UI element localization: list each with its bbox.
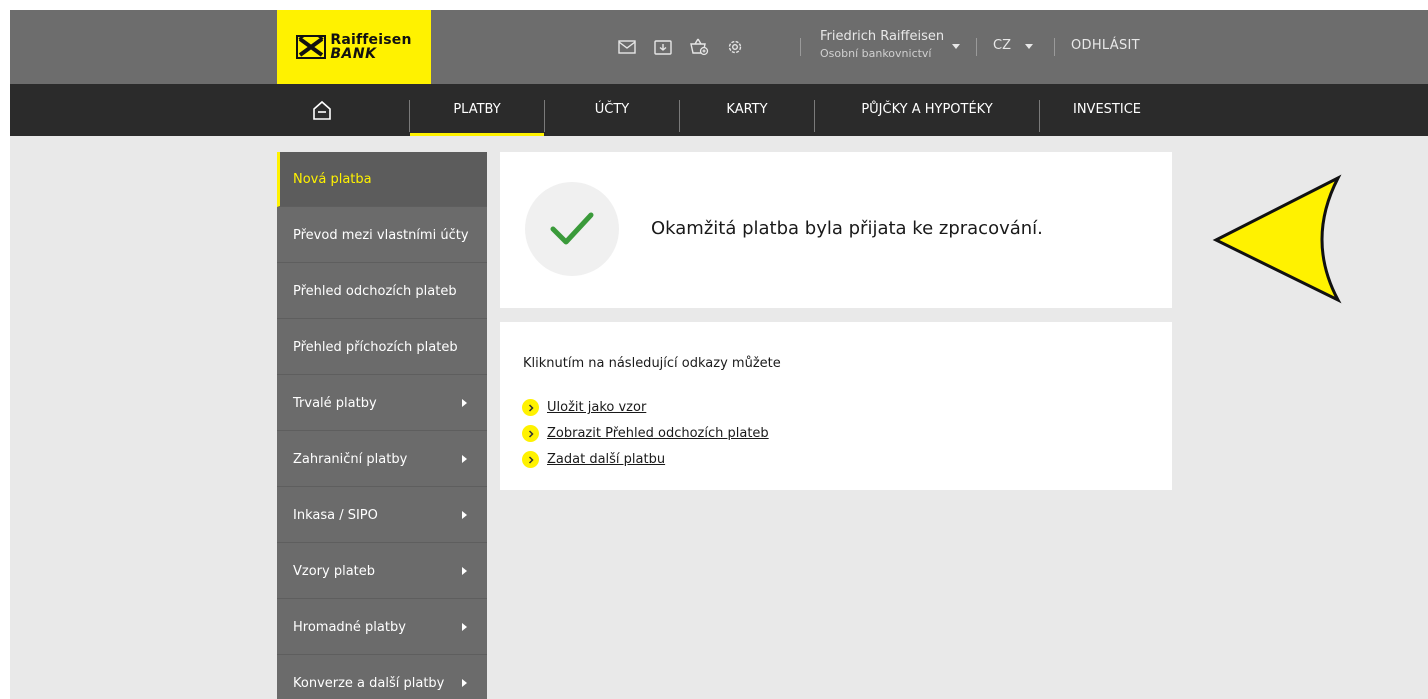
sidebar-item-prevod[interactable]: Převod mezi vlastními účty bbox=[277, 208, 487, 263]
sidebar-item-zahranicni[interactable]: Zahraniční platby bbox=[277, 432, 487, 487]
logout-button[interactable]: ODHLÁSIT bbox=[1071, 38, 1140, 53]
sidebar-item-nova-platba[interactable]: Nová platba bbox=[277, 152, 487, 207]
basket-icon[interactable] bbox=[688, 36, 710, 58]
chevron-right-icon bbox=[462, 399, 467, 407]
logo-line2: BANK bbox=[330, 46, 377, 62]
sidebar-item-prichozi[interactable]: Přehled příchozích plateb bbox=[277, 320, 487, 375]
logo-inner: Raiffeisen BANK bbox=[296, 32, 411, 62]
success-message: Okamžitá platba byla přijata ke zpracová… bbox=[651, 218, 1043, 239]
language-chevron-down-icon[interactable] bbox=[1025, 44, 1033, 49]
links-intro: Kliknutím na následující odkazy můžete bbox=[523, 356, 781, 371]
sidebar-item-label: Nová platba bbox=[293, 172, 372, 187]
sidebar-item-vzory[interactable]: Vzory plateb bbox=[277, 544, 487, 599]
main-navigation: PLATBY ÚČTY KARTY PŮJČKY A HYPOTÉKY INVE… bbox=[10, 84, 1428, 136]
sidebar-item-label: Přehled příchozích plateb bbox=[293, 340, 458, 355]
sidebar-item-label: Vzory plateb bbox=[293, 564, 376, 579]
header-icons bbox=[616, 36, 746, 58]
sidebar-item-label: Převod mezi vlastními účty bbox=[293, 228, 469, 243]
tab-platby[interactable]: PLATBY bbox=[410, 84, 544, 136]
sidebar-item-inkasa[interactable]: Inkasa / SIPO bbox=[277, 488, 487, 543]
next-actions-panel: Kliknutím na následující odkazy můžete U… bbox=[500, 322, 1172, 490]
gear-icon[interactable] bbox=[724, 36, 746, 58]
user-menu[interactable]: Friedrich Raiffeisen Osobní bankovnictví bbox=[820, 28, 944, 62]
link-label: Uložit jako vzor bbox=[547, 400, 647, 415]
tab-investice[interactable]: INVESTICE bbox=[1040, 84, 1174, 136]
user-name: Friedrich Raiffeisen bbox=[820, 29, 945, 44]
top-bar: Raiffeisen BANK Friedrich Raiffeisen Oso… bbox=[10, 10, 1428, 84]
chevron-right-icon bbox=[522, 399, 539, 416]
sidebar-item-konverze[interactable]: Konverze a další platby bbox=[277, 656, 487, 699]
sidebar-item-label: Inkasa / SIPO bbox=[293, 508, 378, 523]
sidebar-item-label: Zahraniční platby bbox=[293, 452, 408, 467]
logo-wordmark: Raiffeisen BANK bbox=[330, 33, 411, 61]
tab-ucty[interactable]: ÚČTY bbox=[545, 84, 679, 136]
user-menu-chevron-down-icon[interactable] bbox=[952, 44, 960, 49]
mail-icon[interactable] bbox=[616, 36, 638, 58]
sidebar-item-label: Hromadné platby bbox=[293, 620, 406, 635]
chevron-right-icon bbox=[462, 679, 467, 687]
success-check-icon bbox=[525, 182, 619, 276]
download-icon[interactable] bbox=[652, 36, 674, 58]
sidebar-item-trvale-platby[interactable]: Trvalé platby bbox=[277, 376, 487, 431]
payments-sidebar: Nová platba Převod mezi vlastními účty P… bbox=[277, 152, 487, 699]
user-role: Osobní bankovnictví bbox=[820, 47, 932, 60]
tab-karty[interactable]: KARTY bbox=[680, 84, 814, 136]
link-label: Zadat další platbu bbox=[547, 452, 666, 467]
sidebar-item-hromadne[interactable]: Hromadné platby bbox=[277, 600, 487, 655]
language-selector[interactable]: CZ bbox=[993, 38, 1011, 53]
page: Raiffeisen BANK Friedrich Raiffeisen Oso… bbox=[10, 10, 1428, 699]
chevron-right-icon bbox=[462, 567, 467, 575]
chevron-right-icon bbox=[522, 451, 539, 468]
header-divider bbox=[1054, 38, 1055, 56]
header-divider bbox=[800, 38, 801, 56]
success-panel: Okamžitá platba byla přijata ke zpracová… bbox=[500, 152, 1172, 308]
chevron-right-icon bbox=[462, 455, 467, 463]
bank-logo[interactable]: Raiffeisen BANK bbox=[277, 10, 431, 84]
chevron-right-icon bbox=[522, 425, 539, 442]
link-label: Zobrazit Přehled odchozích plateb bbox=[547, 426, 769, 441]
save-as-template-link[interactable]: Uložit jako vzor bbox=[522, 399, 646, 416]
header-divider bbox=[976, 38, 977, 56]
view-outgoing-payments-link[interactable]: Zobrazit Přehled odchozích plateb bbox=[522, 425, 769, 442]
logo-line1: Raiffeisen bbox=[330, 32, 412, 48]
chevron-right-icon bbox=[462, 511, 467, 519]
sidebar-item-label: Trvalé platby bbox=[293, 396, 377, 411]
home-icon[interactable] bbox=[310, 98, 334, 122]
sidebar-item-label: Konverze a další platby bbox=[293, 676, 445, 691]
sidebar-item-label: Přehled odchozích plateb bbox=[293, 284, 457, 299]
logo-horse-heads-icon bbox=[296, 35, 327, 59]
sidebar-item-odchozi[interactable]: Přehled odchozích plateb bbox=[277, 264, 487, 319]
new-payment-link[interactable]: Zadat další platbu bbox=[522, 451, 665, 468]
chevron-right-icon bbox=[462, 623, 467, 631]
tab-pujcky-a-hypoteky[interactable]: PŮJČKY A HYPOTÉKY bbox=[815, 84, 1039, 136]
language-label: CZ bbox=[993, 38, 1011, 53]
annotation-arrow-icon bbox=[1212, 174, 1342, 304]
